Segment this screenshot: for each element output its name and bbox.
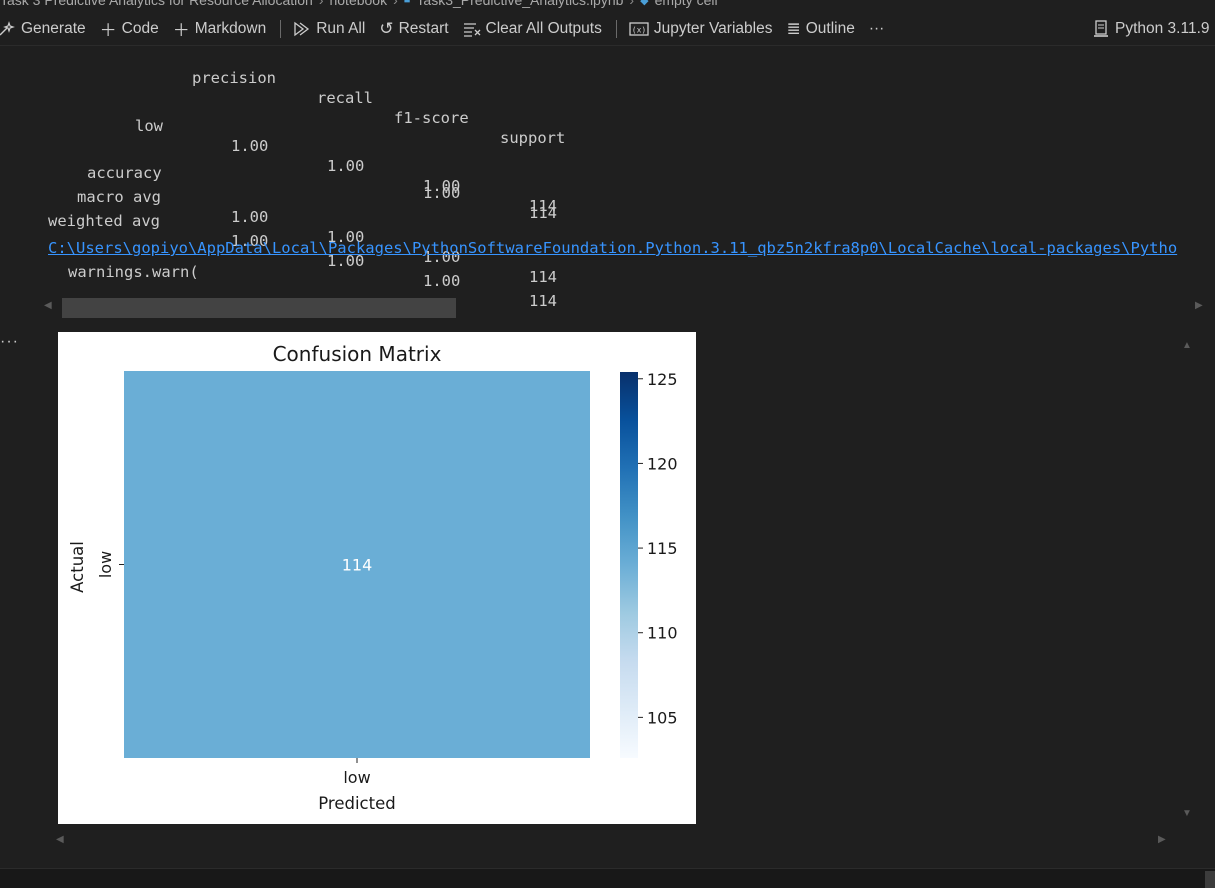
sparkle-icon: [0, 20, 16, 37]
chevron-right-icon: ›: [318, 0, 324, 8]
breadcrumb-item-subfolder[interactable]: notebook: [329, 0, 387, 8]
x-axis-label: Predicted: [318, 794, 395, 813]
kernel-icon: [1092, 20, 1110, 38]
header-f1: f1-score: [394, 109, 469, 127]
confusion-matrix-figure: Confusion Matrix 114 low low Predicted Ac…: [58, 332, 696, 824]
row-support: 114: [529, 292, 557, 310]
jupyter-variables-button[interactable]: (x) Jupyter Variables: [629, 19, 773, 38]
outline-label: Outline: [805, 19, 855, 37]
run-all-label: Run All: [316, 19, 366, 37]
report-header: precision recall f1-score support: [0, 48, 565, 147]
variables-icon: (x): [629, 21, 649, 37]
colorbar-tick-label: 105: [647, 708, 678, 727]
header-precision: precision: [192, 69, 276, 87]
plus-icon: ＋: [172, 21, 190, 40]
colorbar-tick-label: 120: [647, 454, 678, 473]
scroll-down-arrow-icon[interactable]: ▼: [1182, 808, 1192, 819]
report-row-accuracy: accuracy 1.00 114: [0, 143, 557, 222]
row-f1: 1.00: [423, 184, 461, 202]
generate-label: Generate: [21, 19, 86, 37]
markdown-label: Markdown: [194, 19, 267, 37]
warning-code: warnings.warn(: [68, 263, 199, 281]
more-label: ···: [868, 19, 885, 37]
code-label: Code: [121, 19, 159, 37]
svg-text:(x): (x): [632, 25, 646, 34]
toolbar-divider: [280, 19, 282, 38]
output-menu-button[interactable]: ···: [0, 333, 19, 351]
breadcrumb-item-cell[interactable]: empty cell: [655, 0, 718, 8]
restart-icon: ↺: [379, 18, 394, 38]
chevron-right-icon: ›: [629, 0, 635, 8]
y-axis-label: Actual: [68, 541, 87, 593]
scroll-up-arrow-icon[interactable]: ▲: [1182, 340, 1192, 351]
colorbar-tick-label: 110: [647, 624, 678, 643]
row-label: accuracy: [87, 164, 162, 182]
run-all-button[interactable]: Run All: [293, 20, 365, 38]
generate-button[interactable]: Generate: [0, 20, 86, 38]
notebook-icon: ■: [403, 0, 411, 6]
row-precision: 1.00: [231, 208, 269, 226]
bottom-scrollbar[interactable]: [0, 868, 1215, 888]
notebook-toolbar: Generate ＋ Code ＋ Markdown Run All ↺ Res…: [0, 12, 1215, 46]
clear-all-outputs-button[interactable]: Clear All Outputs: [463, 20, 602, 38]
scroll-right-arrow-icon[interactable]: ▶: [1158, 834, 1166, 845]
row-recall: 1.00: [327, 157, 365, 175]
row-precision: 1.00: [231, 137, 269, 155]
breadcrumb-item-folder[interactable]: Task 3 Predictive Analytics for Resource…: [0, 0, 313, 8]
colorbar-ticks: 105 110 115 120 125: [638, 370, 678, 727]
cell-value-label: 114: [342, 556, 373, 575]
scroll-left-arrow-icon[interactable]: ◀: [44, 300, 52, 311]
outline-icon: ≣: [786, 18, 801, 38]
heatmap-cells: 114: [124, 371, 590, 758]
more-actions-button[interactable]: ···: [869, 20, 885, 38]
outline-button[interactable]: ≣ Outline: [786, 19, 854, 39]
row-label: weighted avg: [48, 212, 160, 230]
chevron-right-icon: ›: [393, 0, 398, 8]
warning-file-link[interactable]: C:\Users\gopiyo\AppData\Local\Packages\P…: [48, 238, 1215, 258]
colorbar-tick-label: 115: [647, 539, 678, 558]
header-recall: recall: [317, 89, 373, 107]
row-support: 114: [529, 268, 557, 286]
clear-all-icon: [463, 21, 481, 37]
report-row-macro-avg: macro avg 1.00 1.00 1.00 114: [0, 167, 557, 286]
header-support: support: [500, 129, 566, 147]
run-all-icon: [293, 21, 311, 37]
toolbar-divider: [615, 19, 617, 38]
y-tick-label: low: [96, 551, 115, 578]
add-code-button[interactable]: ＋ Code: [100, 16, 159, 41]
row-f1: 1.00: [423, 272, 461, 290]
report-row-low: low 1.00 1.00 1.00 114: [0, 96, 557, 215]
x-tick-label: low: [343, 768, 370, 787]
report-row-weighted-avg: weighted avg 1.00 1.00 1.00 114: [0, 191, 557, 310]
chart-title: Confusion Matrix: [273, 342, 442, 366]
breadcrumb-item-file[interactable]: Task3_Predictive_Analytics.ipynb: [416, 0, 623, 8]
colorbar: [620, 372, 638, 758]
row-label: low: [135, 117, 163, 135]
breadcrumb: Task 3 Predictive Analytics for Resource…: [0, 0, 1215, 9]
restart-button[interactable]: ↺ Restart: [379, 19, 448, 39]
plus-icon: ＋: [99, 21, 117, 40]
add-markdown-button[interactable]: ＋ Markdown: [173, 16, 267, 41]
scrollbar-corner: [1205, 871, 1215, 888]
restart-label: Restart: [398, 19, 449, 37]
row-support: 114: [529, 204, 557, 222]
scroll-left-arrow-icon[interactable]: ◀: [56, 834, 64, 845]
variables-label: Jupyter Variables: [653, 19, 773, 37]
kernel-picker[interactable]: Python 3.11.9: [1092, 12, 1210, 46]
kernel-label: Python 3.11.9: [1115, 20, 1210, 37]
horizontal-scrollbar-thumb[interactable]: [62, 298, 456, 318]
scroll-right-arrow-icon[interactable]: ▶: [1195, 300, 1203, 311]
row-label: macro avg: [77, 188, 161, 206]
cell-icon: ◆: [640, 0, 649, 7]
clear-all-label: Clear All Outputs: [485, 19, 602, 37]
colorbar-tick-label: 125: [647, 370, 678, 389]
confusion-matrix-chart: Confusion Matrix 114 low low Predicted Ac…: [68, 342, 678, 813]
